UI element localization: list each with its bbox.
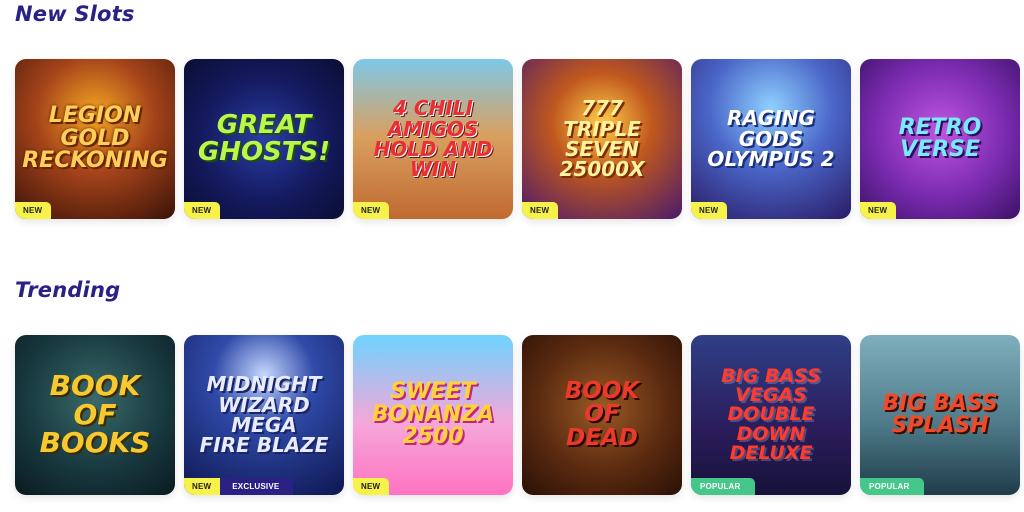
- game-tile-great-ghosts[interactable]: Great Ghosts! NEW: [184, 59, 344, 219]
- game-tile-big-bass-splash[interactable]: Big Bass Splash POPULAR: [860, 335, 1020, 495]
- new-badge: NEW: [691, 202, 728, 219]
- new-badge: NEW: [15, 202, 52, 219]
- game-tile-midnight-wizard[interactable]: Midnight Wizard Mega Fire Blaze NEW EXCL…: [184, 335, 344, 495]
- popular-badge: POPULAR: [860, 478, 924, 495]
- game-tile-4-chili-amigos[interactable]: 4 Chili Amigos Hold and Win NEW: [353, 59, 513, 219]
- game-logo: Retro Verse: [898, 114, 982, 162]
- game-tile-sweet-bonanza-2500[interactable]: Sweet Bonanza 2500 NEW: [353, 335, 513, 495]
- game-tile-book-of-dead[interactable]: Book of Dead: [522, 335, 682, 495]
- popular-badge: POPULAR: [691, 478, 755, 495]
- game-logo: Big Bass Vegas Double Down Deluxe: [721, 364, 821, 465]
- trending-heading: Trending: [15, 278, 121, 302]
- game-logo: Big Bass Splash: [882, 390, 998, 438]
- game-logo: Sweet Bonanza 2500: [371, 379, 495, 450]
- game-logo: Midnight Wizard Mega Fire Blaze: [199, 372, 329, 458]
- game-tile-raging-gods-olympus-2[interactable]: Raging Gods Olympus 2 NEW: [691, 59, 851, 219]
- game-logo: Great Ghosts!: [197, 110, 331, 167]
- new-slots-heading: New Slots: [15, 2, 135, 26]
- game-tile-triple-seven[interactable]: 777 Triple Seven 25000X NEW: [522, 59, 682, 219]
- new-badge: NEW: [860, 202, 897, 219]
- game-logo: Book of Books: [39, 369, 151, 460]
- exclusive-badge: EXCLUSIVE: [220, 478, 294, 495]
- new-slots-row: Legion Gold Reckoning NEW Great Ghosts! …: [15, 59, 1020, 219]
- game-logo: Legion Gold Reckoning: [22, 103, 168, 174]
- trending-row: Book of Books Midnight Wizard Mega Fire …: [15, 335, 1020, 495]
- game-tile-big-bass-vegas[interactable]: Big Bass Vegas Double Down Deluxe POPULA…: [691, 335, 851, 495]
- game-logo: 777 Triple Seven 25000X: [559, 96, 645, 182]
- new-badge: NEW: [353, 478, 390, 495]
- game-tile-legion-gold[interactable]: Legion Gold Reckoning NEW: [15, 59, 175, 219]
- game-logo: 4 Chili Amigos Hold and Win: [373, 96, 493, 182]
- game-tile-book-of-books[interactable]: Book of Books: [15, 335, 175, 495]
- game-logo: Raging Gods Olympus 2: [707, 106, 835, 172]
- new-badge: NEW: [184, 478, 221, 495]
- game-logo: Book of Dead: [564, 377, 640, 451]
- new-badge: NEW: [353, 202, 390, 219]
- game-tile-retro-verse[interactable]: Retro Verse NEW: [860, 59, 1020, 219]
- new-badge: NEW: [184, 202, 221, 219]
- new-badge: NEW: [522, 202, 559, 219]
